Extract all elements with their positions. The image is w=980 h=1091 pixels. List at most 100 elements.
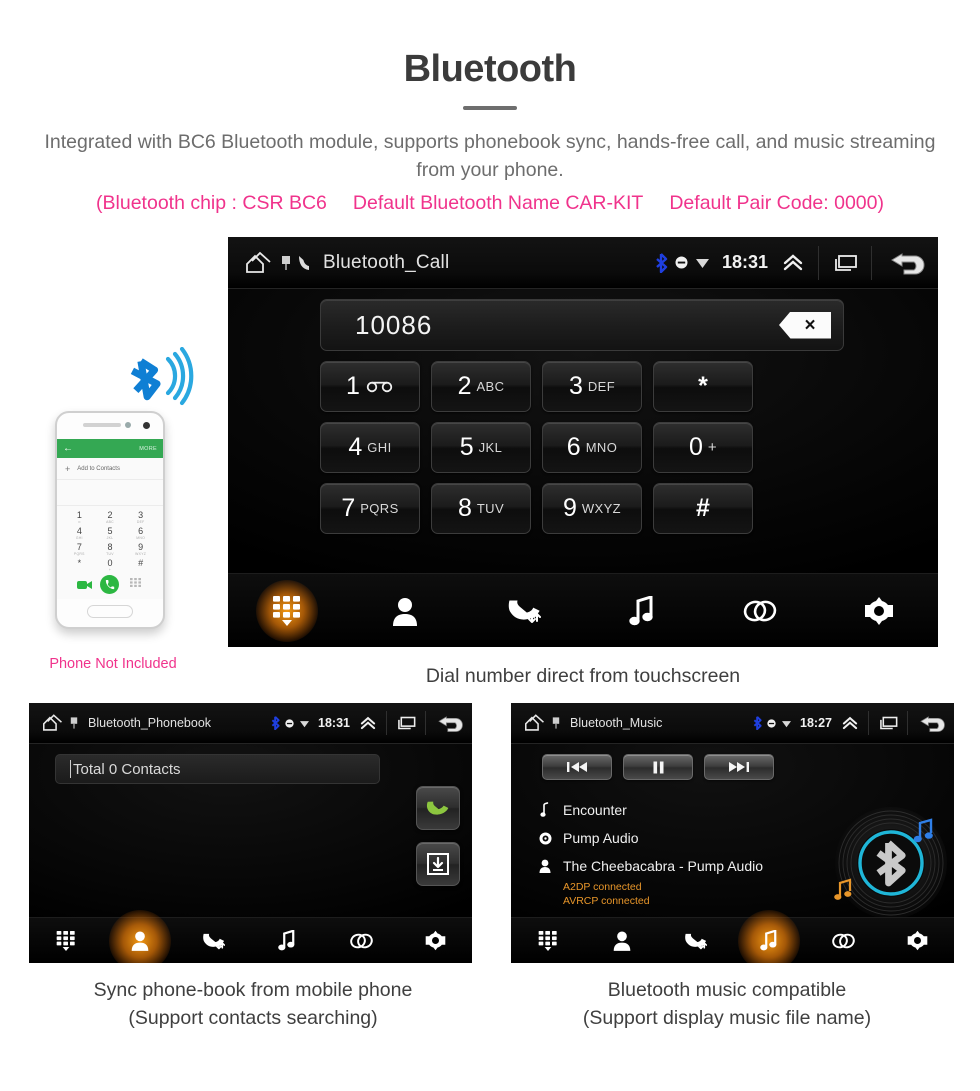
nav-dialpad[interactable] xyxy=(511,930,585,952)
statusbar-time: 18:31 xyxy=(721,252,768,272)
title-divider xyxy=(463,106,517,110)
nav-contacts[interactable] xyxy=(103,930,177,951)
back-icon[interactable] xyxy=(436,714,464,733)
nav-contacts[interactable] xyxy=(585,930,659,951)
nav-music[interactable] xyxy=(250,930,324,951)
key-0[interactable]: 0 + xyxy=(653,422,753,473)
call-log-icon xyxy=(684,930,708,952)
nav-call-log[interactable] xyxy=(465,595,583,627)
home-icon[interactable] xyxy=(523,713,547,733)
recents-icon[interactable] xyxy=(831,253,859,273)
back-icon[interactable] xyxy=(888,250,926,276)
nav-dialpad[interactable] xyxy=(228,595,346,627)
nav-music[interactable] xyxy=(732,930,806,951)
text-caret xyxy=(70,760,71,778)
phone-add-contacts-label: Add to Contacts xyxy=(77,465,120,472)
mute-icon xyxy=(285,718,294,728)
phonebook-caption-line1: Sync phone-book from mobile phone xyxy=(93,979,413,1001)
recents-icon[interactable] xyxy=(877,715,899,731)
phone-keypad-row: * 0 + # xyxy=(64,557,156,573)
nav-call-log[interactable] xyxy=(177,930,251,952)
keypad-row: 4 GHI 5 JKL 6 MNO 0 + xyxy=(320,422,844,473)
statusbar: Bluetooth_Call 18:31 xyxy=(228,237,938,289)
bluetooth-phonebook-screen: Bluetooth_Phonebook 18:31 Total 0 Contac… xyxy=(29,703,472,963)
phone-keypad-row: 7 PQRS 8 TUV 9 WXYZ xyxy=(64,541,156,557)
back-icon[interactable] xyxy=(918,714,946,733)
phonebook-caption-line2: (Support contacts searching) xyxy=(128,1007,378,1029)
phone-front-camera xyxy=(143,422,150,429)
nav-link[interactable] xyxy=(324,932,398,950)
page-description: Integrated with BC6 Bluetooth module, su… xyxy=(44,131,936,181)
person-icon xyxy=(535,859,555,873)
key-7[interactable]: 7 PQRS xyxy=(320,483,420,534)
phone-key: 2 ABC xyxy=(106,510,114,524)
phonebook-caption: Sync phone-book from mobile phone (Suppo… xyxy=(0,976,506,1032)
pause-button[interactable] xyxy=(623,754,693,780)
key-9[interactable]: 9 WXYZ xyxy=(542,483,642,534)
call-icon xyxy=(424,796,452,820)
chevron-up-icon[interactable] xyxy=(780,252,806,274)
contacts-search-input[interactable]: Total 0 Contacts xyxy=(55,754,380,784)
bluetooth-music-screen: Bluetooth_Music 18:27 Encounter Pump Aud… xyxy=(511,703,954,963)
page-title: Bluetooth xyxy=(403,48,577,90)
key-star[interactable]: * xyxy=(653,361,753,412)
nav-link[interactable] xyxy=(806,932,880,950)
statusbar-right: 18:31 xyxy=(655,245,926,280)
phone-keypad-row: 4 GHI 5 JKL 6 MNO xyxy=(64,525,156,541)
backspace-icon[interactable]: × xyxy=(779,311,831,339)
music-body: Encounter Pump Audio The Cheebacabra - P… xyxy=(511,744,954,963)
key-hash[interactable]: # xyxy=(653,483,753,534)
nav-settings[interactable] xyxy=(398,930,472,951)
dialpad-icon xyxy=(56,930,76,952)
nav-call-log[interactable] xyxy=(659,930,733,952)
voicemail-icon xyxy=(366,381,394,393)
mute-icon xyxy=(767,718,776,728)
track-metadata: Encounter Pump Audio The Cheebacabra - P… xyxy=(535,796,835,908)
phone-dialpad-icon xyxy=(123,578,148,591)
contacts-search-value: Total 0 Contacts xyxy=(73,760,181,778)
statusbar-right: 18:31 xyxy=(271,711,464,735)
previous-track-button[interactable] xyxy=(542,754,612,780)
statusbar-time: 18:31 xyxy=(318,716,350,730)
nav-dialpad[interactable] xyxy=(29,930,103,952)
key-4[interactable]: 4 GHI xyxy=(320,422,420,473)
music-caption-line2: (Support display music file name) xyxy=(582,1007,872,1029)
key-8[interactable]: 8 TUV xyxy=(431,483,531,534)
chevron-up-icon[interactable] xyxy=(840,715,860,732)
key-6[interactable]: 6 MNO xyxy=(542,422,642,473)
mute-icon xyxy=(675,256,688,269)
sdcard-icon xyxy=(281,253,291,273)
chevron-up-icon[interactable] xyxy=(358,715,378,732)
phone-key: 7 PQRS xyxy=(73,542,85,556)
key-3[interactable]: 3 DEF xyxy=(542,361,642,412)
call-button[interactable] xyxy=(416,786,460,830)
phone-videocall-icon xyxy=(72,580,97,590)
phone-call-button xyxy=(97,575,122,594)
nav-music[interactable] xyxy=(583,595,701,626)
bottom-navbar xyxy=(511,917,954,963)
home-icon[interactable] xyxy=(41,713,65,733)
nav-settings[interactable] xyxy=(880,930,954,951)
key-1[interactable]: 1 xyxy=(320,361,420,412)
prev-track-icon xyxy=(566,761,588,773)
dialed-number-field[interactable]: 10086 × xyxy=(320,299,844,351)
music-caption: Bluetooth music compatible (Support disp… xyxy=(474,976,980,1032)
dialer-body: 10086 × 1 2 ABC 3 DEF * 4 GHI 5 JKL 6 MN… xyxy=(228,289,938,647)
nav-contacts[interactable] xyxy=(346,596,464,626)
link-icon xyxy=(349,932,374,950)
phone-keypad-row: 1 ∞ 2 ABC 3 DEF xyxy=(64,509,156,525)
key-5[interactable]: 5 JKL xyxy=(431,422,531,473)
phone-key: 9 WXYZ xyxy=(135,542,147,556)
key-2[interactable]: 2 ABC xyxy=(431,361,531,412)
nav-link[interactable] xyxy=(701,598,819,624)
statusbar-divider-2 xyxy=(425,711,426,735)
next-track-button[interactable] xyxy=(704,754,774,780)
phone-number-field xyxy=(57,480,163,506)
gear-icon xyxy=(907,930,928,951)
recents-icon[interactable] xyxy=(395,715,417,731)
sdcard-icon xyxy=(552,715,560,731)
download-contacts-button[interactable] xyxy=(416,842,460,886)
home-icon[interactable] xyxy=(244,250,274,276)
nav-settings[interactable] xyxy=(820,596,938,626)
music-caption-line1: Bluetooth music compatible xyxy=(607,979,847,1001)
